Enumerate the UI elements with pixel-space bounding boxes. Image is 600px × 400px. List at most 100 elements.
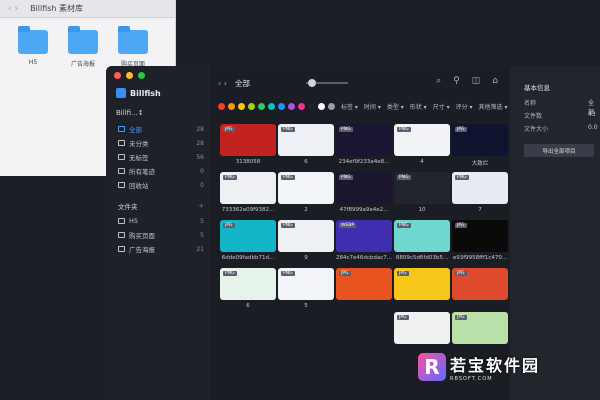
info-value: 0.0 — [588, 124, 598, 131]
asset-card[interactable]: PNG 8809c5d6fd03b5... — [394, 220, 450, 261]
color-filter-dot[interactable] — [218, 102, 225, 110]
sidebar-item-label: 广告海报 — [129, 246, 155, 254]
sidebar-folder-ad-posters[interactable]: 广告海报 21 — [106, 242, 210, 256]
color-filter-dot[interactable] — [288, 102, 295, 110]
sidebar-item-uncategorized[interactable]: 未分类 28 — [106, 136, 210, 150]
filter-dropdown[interactable]: 其他筛选 ▾ — [479, 102, 508, 111]
sidebar-item-count: 0 — [200, 181, 204, 189]
filter-dropdown[interactable]: 时间 ▾ — [364, 102, 381, 111]
filter-dropdown[interactable]: 形状 ▾ — [410, 102, 427, 111]
asset-card[interactable]: PNG 5 — [278, 268, 334, 309]
color-filter-dot[interactable] — [228, 102, 235, 110]
search-icon[interactable]: ⌕ — [436, 76, 441, 86]
folder-outline-icon — [118, 232, 125, 238]
color-filter-dot[interactable] — [248, 102, 255, 110]
pen-icon — [118, 168, 125, 174]
sidebar-item-untagged[interactable]: 无标签 56 — [106, 150, 210, 164]
maximize-window-button[interactable] — [138, 72, 145, 79]
watermark-name: 若宝软件园 — [450, 356, 541, 375]
asset-card[interactable]: JPG — [394, 268, 450, 303]
layout-icon[interactable]: ◫ — [472, 76, 481, 86]
folder-h5[interactable]: H5 — [16, 26, 50, 66]
asset-card[interactable]: PNG 733362a09f9382... — [220, 172, 276, 213]
asset-card[interactable]: PNG 6 — [278, 124, 334, 165]
thumbnail-size-slider[interactable] — [306, 79, 348, 87]
info-value: 43 — [588, 111, 596, 118]
folder-ad-posters[interactable]: 广告海报 — [66, 26, 100, 68]
asset-card[interactable]: JPG — [336, 268, 392, 303]
sidebar-item-trash[interactable]: 回收站 0 — [106, 178, 210, 192]
folder-outline-icon — [118, 246, 125, 252]
file-type-badge: PNG — [397, 127, 411, 132]
asset-thumbnail: JPG — [452, 124, 508, 156]
color-filter-dot[interactable] — [328, 102, 335, 110]
back-forward-buttons[interactable]: ‹ › — [218, 79, 227, 88]
file-type-badge: JPG — [455, 271, 467, 276]
minimize-window-button[interactable] — [126, 72, 133, 79]
asset-card[interactable]: JPG — [394, 312, 450, 347]
sidebar-item-all[interactable]: 全部 28 — [106, 122, 210, 136]
info-heading: 基本信息 — [524, 84, 550, 92]
finder-nav-arrows[interactable]: ‹ › — [8, 4, 18, 14]
info-label: 文件大小 — [524, 126, 549, 133]
sidebar-item-label: 无标签 — [129, 154, 149, 162]
color-filter-dot[interactable] — [308, 102, 315, 110]
asset-card[interactable]: PNG 6 — [220, 268, 276, 309]
asset-thumbnail: JPG — [452, 268, 508, 300]
folders-section-header[interactable]: 文件夹 + — [106, 198, 210, 214]
folder-outline-icon — [118, 218, 125, 224]
asset-card[interactable]: JPG e93f9958fff1c470... — [452, 220, 508, 261]
asset-card[interactable]: WEBP 284c7e46dcbdac7... — [336, 220, 392, 261]
asset-caption: 733362a09f9382... — [221, 207, 275, 213]
asset-card[interactable]: PNG 7 — [452, 172, 508, 213]
bag-icon[interactable]: ⌂ — [492, 76, 498, 86]
asset-card[interactable]: PNG 10 — [394, 172, 450, 213]
brand-name: Billfish — [130, 88, 161, 98]
color-filter-dot[interactable] — [298, 102, 305, 110]
info-row-name: 名称 全部 — [524, 98, 594, 116]
folder-purchase-pages[interactable]: 购买页面 — [116, 26, 150, 68]
sidebar-item-count: 28 — [196, 139, 204, 147]
color-filter-dot[interactable] — [238, 102, 245, 110]
filter-icon[interactable]: ⚲ — [453, 76, 460, 86]
finder-toolbar: ‹ › Billfish 素材库 — [0, 0, 175, 18]
color-filter-dot[interactable] — [258, 102, 265, 110]
color-filter-dot[interactable] — [318, 102, 325, 110]
sidebar-item-annotations[interactable]: 所有笔迹 0 — [106, 164, 210, 178]
sidebar-folder-h5[interactable]: H5 5 — [106, 214, 210, 228]
file-type-badge: JPG — [455, 315, 467, 320]
file-type-badge: PNG — [339, 127, 353, 132]
sidebar-item-count: 5 — [200, 231, 204, 239]
asset-caption: 5 — [304, 303, 308, 309]
add-folder-button[interactable]: + — [199, 202, 204, 210]
color-filter-dot[interactable] — [278, 102, 285, 110]
filter-dropdown[interactable]: 评分 ▾ — [456, 102, 473, 111]
asset-card[interactable]: JPG — [452, 312, 508, 347]
asset-card[interactable]: JPG 3138058 — [220, 124, 276, 165]
filter-dropdown[interactable]: 标签 ▾ — [341, 102, 358, 111]
asset-caption: 284c7e46dcbdac7... — [336, 255, 392, 261]
asset-card[interactable]: PNG 9 — [278, 220, 334, 261]
asset-card[interactable]: PNG 234ef9f233a4e8... — [336, 124, 392, 165]
asset-card[interactable]: PNG 4 — [394, 124, 450, 165]
asset-card[interactable]: PNG 47f8999a9a4e2... — [336, 172, 392, 213]
filter-dropdown[interactable]: 尺寸 ▾ — [433, 102, 450, 111]
sidebar-folder-purchase-pages[interactable]: 购买页面 5 — [106, 228, 210, 242]
asset-caption: e93f9958fff1c470... — [452, 255, 508, 261]
library-switcher[interactable]: Billfi...↕ — [116, 109, 144, 117]
asset-card[interactable]: JPG 6dde09fadbb71d... — [220, 220, 276, 261]
asset-thumbnail: JPG — [394, 312, 450, 344]
asset-card[interactable]: PNG 2 — [278, 172, 334, 213]
folders-section-label: 文件夹 — [118, 203, 138, 211]
asset-caption: 234ef9f233a4e8... — [338, 159, 390, 165]
export-all-button[interactable]: 导出全部项目 — [524, 144, 594, 157]
asset-thumbnail: JPG — [220, 220, 276, 252]
toolbar-tools: ⌕ ⚲ ◫ ⌂ — [436, 76, 498, 86]
sidebar: Billfish Billfi...↕ 全部 28 未分类 28 无标签 56 … — [106, 66, 210, 400]
close-window-button[interactable] — [114, 72, 121, 79]
filter-dropdown[interactable]: 类型 ▾ — [387, 102, 404, 111]
color-filter-dot[interactable] — [268, 102, 275, 110]
asset-thumbnail: PNG — [452, 172, 508, 204]
asset-card[interactable]: JPG — [452, 268, 508, 303]
asset-card[interactable]: JPG 大致烂 — [452, 124, 508, 167]
